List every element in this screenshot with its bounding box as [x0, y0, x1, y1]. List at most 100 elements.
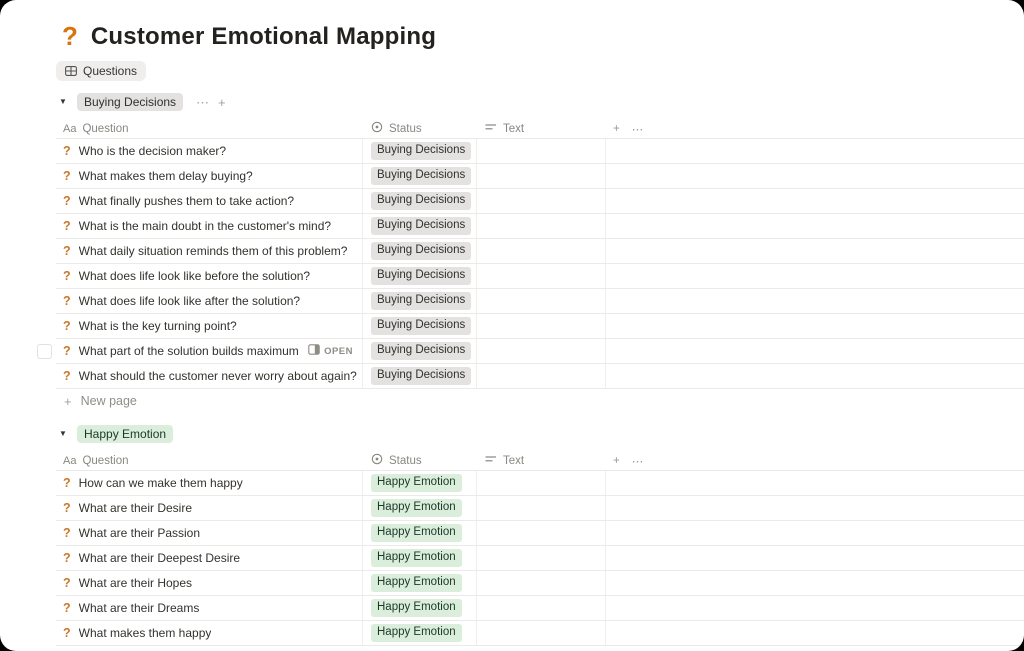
row-question-mark-icon: ?: [63, 527, 71, 540]
table-row[interactable]: ?What does life look like after the solu…: [56, 289, 1024, 314]
group-more-icon[interactable]: ⋯: [196, 96, 209, 109]
text-cell[interactable]: [477, 264, 606, 288]
question-cell[interactable]: ?How can we make them happy: [56, 471, 363, 495]
status-cell[interactable]: Buying Decisions: [363, 189, 477, 213]
column-header-status[interactable]: Status: [363, 119, 477, 138]
text-cell[interactable]: [477, 239, 606, 263]
text-cell[interactable]: [477, 289, 606, 313]
status-cell[interactable]: Buying Decisions: [363, 289, 477, 313]
group-name-tag[interactable]: Happy Emotion: [77, 425, 173, 443]
question-cell[interactable]: ?What daily situation reminds them of th…: [56, 239, 363, 263]
table-row[interactable]: ?What are their HopesHappy Emotion: [56, 571, 1024, 596]
status-cell[interactable]: Buying Decisions: [363, 214, 477, 238]
column-header-status[interactable]: Status: [363, 451, 477, 470]
question-cell[interactable]: ?What are their Desire: [56, 496, 363, 520]
status-cell[interactable]: Happy Emotion: [363, 496, 477, 520]
table-row[interactable]: ?What are their DreamsHappy Emotion: [56, 596, 1024, 621]
status-cell[interactable]: Happy Emotion: [363, 571, 477, 595]
text-cell[interactable]: [477, 596, 606, 620]
group-table: AaQuestionStatusText + ⋯ ?How can we make t…: [56, 451, 1024, 646]
question-cell[interactable]: ?What part of the solution builds maximu…: [56, 339, 363, 363]
question-cell[interactable]: ? What are their Passion: [56, 521, 363, 545]
add-column-icon[interactable]: +: [613, 455, 620, 467]
new-page-button[interactable]: +New page: [56, 389, 1024, 413]
status-cell[interactable]: Buying Decisions: [363, 264, 477, 288]
table-more-icon[interactable]: ⋯: [632, 454, 644, 468]
group-name-tag[interactable]: Buying Decisions: [77, 93, 183, 111]
column-header-text[interactable]: Text: [477, 451, 606, 470]
text-cell[interactable]: [477, 364, 606, 388]
table-row[interactable]: ?What are their DesireHappy Emotion: [56, 496, 1024, 521]
column-header-question[interactable]: AaQuestion: [56, 119, 363, 138]
group-collapse-toggle-icon[interactable]: ▼: [58, 430, 68, 438]
status-cell[interactable]: Buying Decisions: [363, 314, 477, 338]
question-cell[interactable]: ?What is the key turning point?: [56, 314, 363, 338]
question-cell[interactable]: ?What is the main doubt in the customer'…: [56, 214, 363, 238]
status-cell[interactable]: Happy Emotion: [363, 521, 477, 545]
column-header-question[interactable]: AaQuestion: [56, 451, 363, 470]
text-cell[interactable]: [477, 621, 606, 645]
status-cell[interactable]: Buying Decisions: [363, 164, 477, 188]
table-row[interactable]: ? What finally pushes them to take actio…: [56, 189, 1024, 214]
question-title: What is the main doubt in the customer's…: [79, 219, 331, 233]
status-cell[interactable]: Happy Emotion: [363, 471, 477, 495]
tab-questions[interactable]: Questions: [56, 61, 146, 81]
page-question-mark-icon[interactable]: ?: [62, 23, 78, 49]
table-row[interactable]: ?What is the key turning point?Buying De…: [56, 314, 1024, 339]
column-header-text[interactable]: Text: [477, 119, 606, 138]
status-badge: Buying Decisions: [371, 367, 471, 385]
table-more-icon[interactable]: ⋯: [632, 122, 644, 136]
table-row[interactable]: ?What daily situation reminds them of th…: [56, 239, 1024, 264]
group-collapse-toggle-icon[interactable]: ▼: [58, 98, 68, 106]
question-cell[interactable]: ?What makes them delay buying?: [56, 164, 363, 188]
question-cell[interactable]: ?Who is the decision maker?: [56, 139, 363, 163]
question-cell[interactable]: ?What does life look like before the sol…: [56, 264, 363, 288]
open-button[interactable]: OPEN: [308, 344, 353, 358]
row-trailing-space: [606, 139, 1024, 163]
question-cell[interactable]: ?What are their Deepest Desire: [56, 546, 363, 570]
table-row[interactable]: ?What are their Deepest DesireHappy Emot…: [56, 546, 1024, 571]
status-cell[interactable]: Buying Decisions: [363, 364, 477, 388]
text-cell[interactable]: [477, 139, 606, 163]
add-column-icon[interactable]: +: [613, 123, 620, 135]
question-cell[interactable]: ?What does life look like after the solu…: [56, 289, 363, 313]
text-cell[interactable]: [477, 471, 606, 495]
status-cell[interactable]: Happy Emotion: [363, 621, 477, 645]
table-row[interactable]: ?What should the customer never worry ab…: [56, 364, 1024, 389]
status-cell[interactable]: Buying Decisions: [363, 139, 477, 163]
text-cell[interactable]: [477, 339, 606, 363]
text-cell[interactable]: [477, 571, 606, 595]
table-row[interactable]: ?What makes them happyHappy Emotion: [56, 621, 1024, 646]
row-trailing-space: [606, 471, 1024, 495]
text-cell[interactable]: [477, 521, 606, 545]
text-cell[interactable]: [477, 214, 606, 238]
table-row[interactable]: ? What are their Passion Happy Emotion: [56, 521, 1024, 546]
column-header-text-label: Text: [503, 123, 524, 135]
table-row[interactable]: ?Who is the decision maker?Buying Decisi…: [56, 139, 1024, 164]
question-cell[interactable]: ?What are their Dreams: [56, 596, 363, 620]
text-cell[interactable]: [477, 164, 606, 188]
status-cell[interactable]: Buying Decisions: [363, 239, 477, 263]
question-title: What are their Passion: [79, 526, 200, 540]
open-button-label: OPEN: [324, 346, 353, 357]
status-cell[interactable]: Happy Emotion: [363, 546, 477, 570]
question-cell[interactable]: ? What finally pushes them to take actio…: [56, 189, 363, 213]
status-cell[interactable]: Buying Decisions: [363, 339, 477, 363]
table-row[interactable]: ?What does life look like before the sol…: [56, 264, 1024, 289]
page-title[interactable]: Customer Emotional Mapping: [91, 23, 436, 51]
text-cell[interactable]: [477, 546, 606, 570]
new-page-button[interactable]: +New page: [56, 646, 1024, 651]
text-cell[interactable]: [477, 189, 606, 213]
status-cell[interactable]: Happy Emotion: [363, 596, 477, 620]
question-cell[interactable]: ?What are their Hopes: [56, 571, 363, 595]
table-row[interactable]: ?What part of the solution builds maximu…: [56, 339, 1024, 364]
text-cell[interactable]: [477, 314, 606, 338]
question-cell[interactable]: ?What makes them happy: [56, 621, 363, 645]
group-add-row-icon[interactable]: +: [218, 96, 226, 109]
table-row[interactable]: ?What is the main doubt in the customer'…: [56, 214, 1024, 239]
table-row[interactable]: ?How can we make them happyHappy Emotion: [56, 471, 1024, 496]
text-cell[interactable]: [477, 496, 606, 520]
question-cell[interactable]: ?What should the customer never worry ab…: [56, 364, 363, 388]
row-select-checkbox[interactable]: [37, 344, 52, 359]
table-row[interactable]: ?What makes them delay buying?Buying Dec…: [56, 164, 1024, 189]
